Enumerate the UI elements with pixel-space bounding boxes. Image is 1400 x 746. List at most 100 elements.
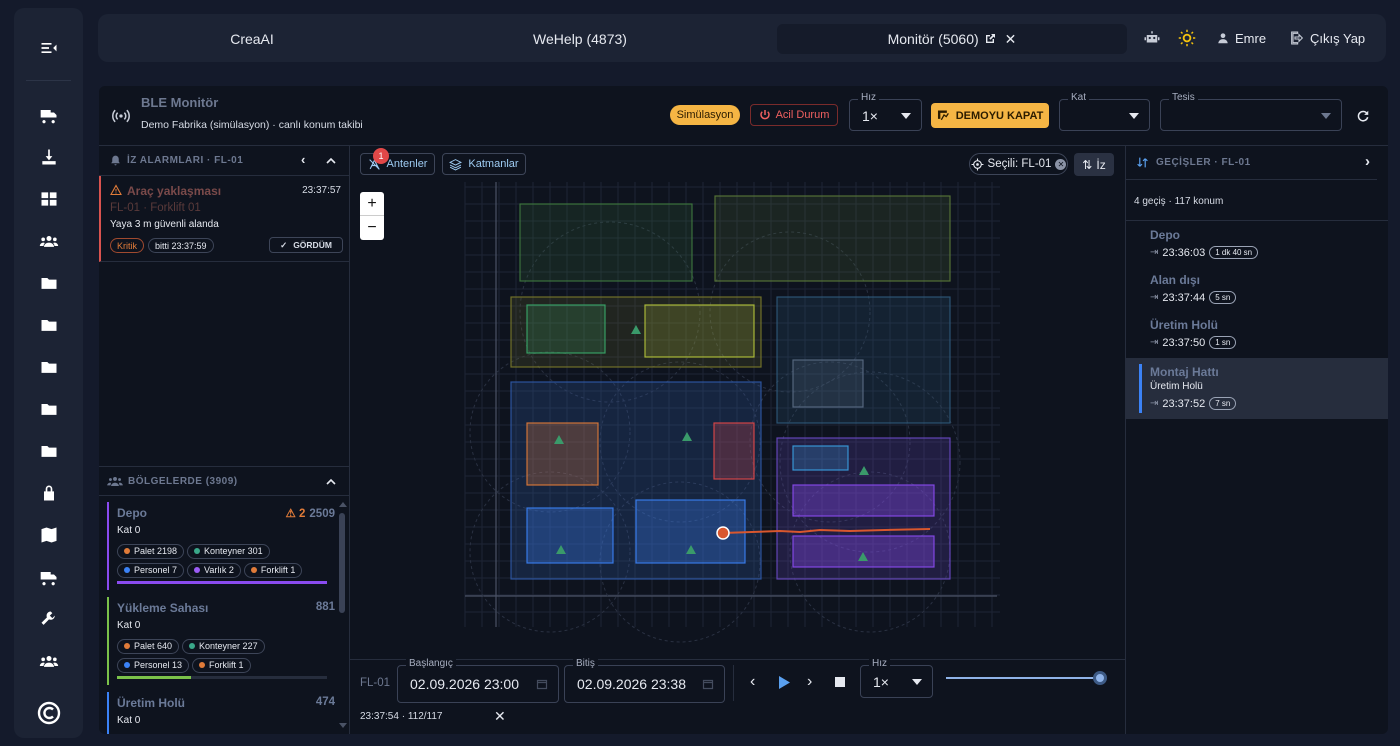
zone-count: 474 bbox=[315, 696, 335, 708]
folder-icon[interactable] bbox=[14, 310, 83, 340]
folder-icon[interactable] bbox=[14, 436, 83, 466]
layers-button[interactable]: Katmanlar bbox=[442, 153, 526, 175]
selected-tag-marker[interactable] bbox=[716, 526, 730, 540]
chevron-up-icon[interactable] bbox=[326, 156, 336, 166]
wrench-icon[interactable] bbox=[14, 604, 83, 634]
zones-scrollbar[interactable] bbox=[339, 502, 347, 728]
calendar-icon[interactable] bbox=[536, 678, 548, 690]
alarm-target: FL-01 · Forklift 01 bbox=[110, 202, 201, 214]
play-icon[interactable] bbox=[778, 676, 790, 689]
playback-speed-select[interactable]: Hız 1× bbox=[860, 658, 933, 698]
check-icon: ✓ bbox=[280, 239, 288, 250]
transition-time: 23:37:50 bbox=[1162, 336, 1206, 349]
step-back-icon[interactable]: ‹ bbox=[750, 673, 755, 691]
floor-map[interactable]: + − bbox=[350, 182, 1125, 659]
enter-icon: ⇥ bbox=[1150, 398, 1159, 409]
selected-tag-chip[interactable]: Seçili: FL-01 ✕ bbox=[969, 153, 1068, 175]
transition-item[interactable]: Üretim Holü ⇥ 23:37:50 1 sn bbox=[1126, 314, 1388, 358]
calendar-icon[interactable] bbox=[702, 678, 714, 690]
antenna-count-badge: 1 bbox=[373, 148, 389, 164]
enter-icon: ⇥ bbox=[1150, 337, 1159, 348]
truck-icon[interactable] bbox=[14, 562, 83, 592]
zone-area bbox=[792, 445, 849, 471]
chevron-up-icon[interactable] bbox=[326, 477, 336, 487]
truck-icon[interactable] bbox=[14, 100, 83, 130]
dashboard-icon[interactable] bbox=[14, 184, 83, 214]
zoom-controls: + − bbox=[360, 192, 384, 240]
crosshair-icon bbox=[971, 158, 983, 170]
warning-icon bbox=[110, 184, 122, 196]
transition-zone-name: Depo bbox=[1150, 228, 1180, 242]
transitions-summary: 4 geçiş · 117 konum bbox=[1134, 196, 1224, 207]
severity-badge: Kritik bbox=[110, 238, 144, 253]
emergency-button[interactable]: Acil Durum bbox=[750, 104, 838, 126]
ack-label: GÖRDÜM bbox=[293, 240, 332, 250]
zone-area bbox=[713, 422, 755, 480]
alarms-header: İZ ALARMLARI · FL-01 ‹ bbox=[99, 146, 350, 176]
refresh-icon[interactable] bbox=[1356, 109, 1370, 123]
stop-icon[interactable] bbox=[835, 677, 845, 687]
download-icon[interactable] bbox=[14, 142, 83, 172]
warning-icon: ⚠ bbox=[285, 508, 296, 520]
speed-select[interactable]: Hız 1× bbox=[849, 92, 922, 131]
step-forward-icon[interactable]: › bbox=[807, 673, 812, 691]
zones-list: Depo ⚠ 2 2509 Kat 0 Palet 2198 Konteyner 301 P… bbox=[99, 497, 339, 734]
floor-map-canvas[interactable] bbox=[350, 182, 1125, 659]
tab-monitor[interactable]: Monitör (5060) ✕ bbox=[777, 24, 1127, 54]
folder-icon[interactable] bbox=[14, 394, 83, 424]
zoom-out-button[interactable]: − bbox=[360, 216, 384, 240]
playback-speed-value: 1× bbox=[873, 674, 889, 690]
antennas-button[interactable]: Antenler bbox=[360, 153, 435, 175]
emergency-label: Acil Durum bbox=[775, 109, 830, 121]
user-icon bbox=[1218, 33, 1228, 44]
map-icon[interactable] bbox=[14, 520, 83, 550]
menu-collapse-icon[interactable] bbox=[14, 33, 83, 63]
end-label: Bitiş bbox=[573, 658, 598, 669]
transition-item[interactable]: Depo ⇥ 23:36:03 1 dk 40 sn bbox=[1126, 224, 1388, 268]
power-icon bbox=[759, 110, 770, 120]
end-datetime-input[interactable]: Bitiş 02.09.2026 23:38 bbox=[564, 658, 725, 703]
lock-icon[interactable] bbox=[14, 478, 83, 508]
zone-entity-chip: Konteyner 301 bbox=[187, 543, 270, 559]
playback-slider-thumb[interactable] bbox=[1092, 671, 1107, 685]
tab-creaai[interactable]: CreaAI bbox=[118, 24, 386, 54]
facility-label: Tesis bbox=[1169, 92, 1198, 103]
zone-area bbox=[792, 535, 935, 568]
page-subtitle: Demo Fabrika (simülasyon) · canlı konum … bbox=[141, 119, 363, 131]
start-datetime-input[interactable]: Başlangıç 02.09.2026 23:00 bbox=[397, 658, 559, 703]
folder-icon[interactable] bbox=[14, 352, 83, 382]
playback-slider[interactable] bbox=[946, 671, 1107, 685]
close-demo-button[interactable]: DEMOYU KAPAT bbox=[931, 103, 1049, 128]
chevron-left-icon[interactable]: ‹ bbox=[301, 152, 306, 167]
logout-icon bbox=[1291, 31, 1304, 45]
alarm-card[interactable]: Araç yaklaşması 23:37:57 FL-01 · Forklif… bbox=[99, 176, 349, 262]
folder-icon[interactable] bbox=[14, 268, 83, 298]
theme-sun-icon[interactable] bbox=[1178, 14, 1196, 62]
zone-card[interactable]: Üretim Holü 474 Kat 0 bbox=[107, 692, 335, 734]
trail-toggle-button[interactable]: ⇅ İz bbox=[1074, 153, 1114, 176]
close-playback-icon[interactable]: ✕ bbox=[494, 708, 506, 725]
facility-select[interactable]: Tesis bbox=[1160, 92, 1342, 131]
robot-icon[interactable] bbox=[1143, 14, 1161, 62]
clear-selection-icon[interactable]: ✕ bbox=[1055, 158, 1067, 170]
zone-floor: Kat 0 bbox=[117, 715, 141, 726]
users-icon[interactable] bbox=[14, 646, 83, 676]
users-icon[interactable] bbox=[14, 226, 83, 256]
close-tab-icon[interactable]: ✕ bbox=[1005, 31, 1017, 48]
ack-button[interactable]: ✓ GÖRDÜM bbox=[269, 237, 343, 253]
transition-item[interactable]: Montaj Hattı Üretim Holü ⇥ 23:37:52 7 sn bbox=[1126, 358, 1388, 419]
chevron-right-icon[interactable]: › bbox=[1365, 153, 1371, 170]
enter-icon: ⇥ bbox=[1150, 292, 1159, 303]
floor-select[interactable]: Kat bbox=[1059, 92, 1150, 131]
logout-button[interactable]: Çıkış Yap bbox=[1289, 14, 1365, 62]
external-link-icon[interactable] bbox=[984, 33, 996, 45]
left-column: İZ ALARMLARI · FL-01 ‹ Araç yaklaşması 2… bbox=[99, 146, 350, 734]
zone-card[interactable]: Depo ⚠ 2 2509 Kat 0 Palet 2198 Konteyner 301 P… bbox=[107, 502, 335, 590]
start-value: 02.09.2026 23:00 bbox=[410, 676, 519, 692]
transition-zone-name: Alan dışı bbox=[1150, 273, 1201, 287]
user-menu[interactable]: Emre bbox=[1216, 14, 1266, 62]
zone-card[interactable]: Yükleme Sahası 881 Kat 0 Palet 640 Konteyner… bbox=[107, 597, 335, 685]
transition-item[interactable]: Alan dışı ⇥ 23:37:44 5 sn bbox=[1126, 269, 1388, 313]
tab-wehelp[interactable]: WeHelp (4873) bbox=[446, 24, 714, 54]
zoom-in-button[interactable]: + bbox=[360, 192, 384, 216]
